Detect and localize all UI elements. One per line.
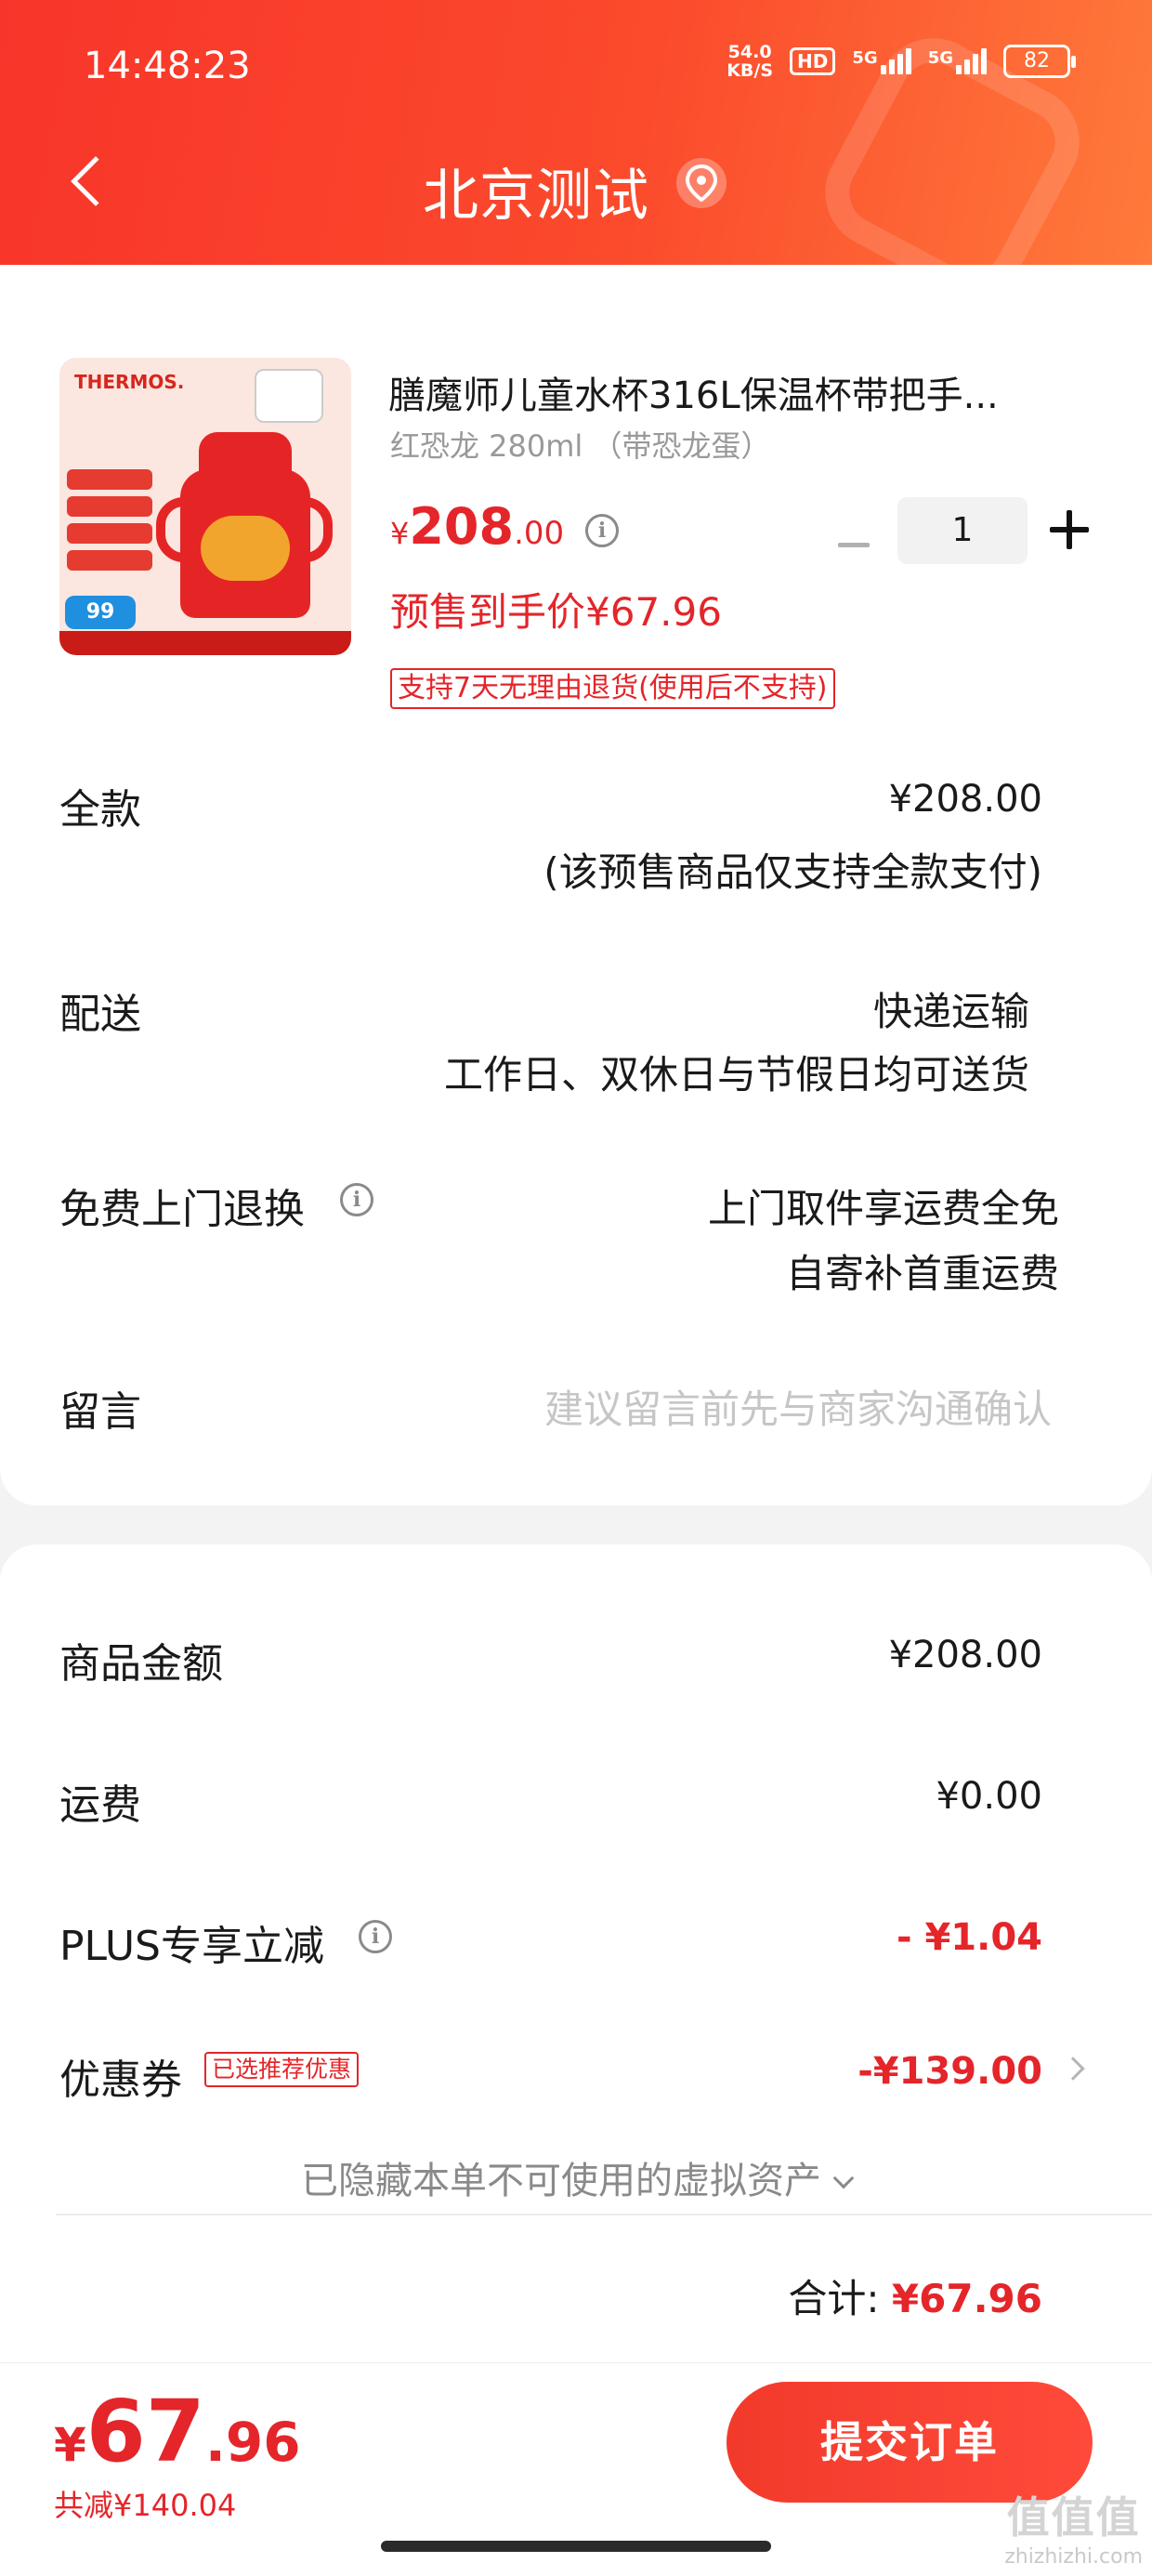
order-card: THERMOS. 99 膳魔师儿童水杯316L保温杯带把手... 红恐龙 280… (0, 265, 1152, 1505)
speed-unit: KB/S (727, 60, 774, 81)
coupon-label: 优惠券 (59, 2057, 182, 2104)
shipping-value: ¥0.00 (936, 1775, 1042, 1818)
free-return-info-icon[interactable]: i (340, 1183, 373, 1216)
pay-yen: ¥ (54, 2418, 86, 2472)
status-icons: 54.0 KB/S HD 5G 5G 82 (727, 43, 1076, 80)
presale-price: 预售到手价¥67.96 (390, 589, 722, 635)
price-yen: ¥ (390, 516, 410, 551)
header: 14:48:23 54.0 KB/S HD 5G 5G 82 北京测试 (0, 0, 1152, 265)
product-brand: THERMOS. (74, 371, 185, 393)
shipping-label: 运费 (59, 1781, 141, 1829)
minus-icon[interactable] (832, 527, 877, 564)
price-int: 208 (409, 497, 515, 556)
battery-icon: 82 (1003, 45, 1076, 78)
network-speed: 54.0 KB/S (727, 43, 773, 80)
cup-label (201, 516, 290, 581)
total-value: ¥67.96 (891, 2276, 1042, 2321)
divider (56, 2214, 1152, 2215)
page-title: 北京测试 (423, 164, 649, 229)
quantity-input[interactable]: 1 (897, 497, 1028, 564)
signal-label-2: 5G (927, 48, 953, 68)
plus-info-icon[interactable]: i (359, 1920, 392, 1953)
watermark: 值值值 zhizhizhi.com (1004, 2484, 1143, 2569)
chevron-down-icon (832, 2167, 855, 2189)
full-payment-note: (该预售商品仅支持全款支付) (543, 849, 1042, 895)
image-price-badge: 99 (65, 596, 136, 629)
plus-icon[interactable] (1050, 510, 1089, 549)
message-label: 留言 (59, 1388, 141, 1436)
plus-discount-value: - ¥1.04 (896, 1916, 1042, 1959)
delivery-method[interactable]: 快递运输 (873, 980, 1029, 1037)
image-tags (67, 469, 152, 571)
signal-label: 5G (852, 48, 878, 68)
delivery-label: 配送 (59, 991, 141, 1038)
total-row: 合计: ¥67.96 (788, 2267, 1042, 2324)
message-input[interactable]: 建议留言前先与商家沟通确认 (544, 1378, 1052, 1435)
location-icon[interactable] (676, 158, 727, 208)
pay-price: ¥67.96 (54, 2382, 301, 2481)
full-payment-label: 全款 (59, 786, 141, 834)
total-label: 合计: (788, 2276, 880, 2321)
summary-card: 商品金额 ¥208.00 运费 ¥0.00 PLUS专享立减 i - ¥1.04… (0, 1544, 1152, 2362)
return-policy-tag: 支持7天无理由退货(使用后不支持) (390, 668, 835, 709)
watermark-logo: 值值值 (1006, 2492, 1141, 2543)
chevron-right-icon[interactable] (1061, 2057, 1085, 2081)
hidden-assets-toggle[interactable]: 已隐藏本单不可使用的虚拟资产 (0, 2150, 1152, 2204)
product-price: ¥208.00 (390, 497, 564, 556)
total-discount: 共减¥140.04 (54, 2488, 237, 2523)
full-payment-value: ¥208.00 (888, 778, 1042, 821)
pay-int: 67 (85, 2382, 205, 2481)
price-info-icon[interactable]: i (585, 514, 619, 547)
free-return-line1: 上门取件享运费全免 (707, 1186, 1059, 1231)
image-footer-band (59, 631, 351, 655)
watermark-url: zhizhizhi.com (1004, 2545, 1143, 2569)
hd-icon: HD (790, 47, 836, 75)
free-return-line2: 自寄补首重运费 (785, 1251, 1059, 1296)
back-icon (71, 156, 121, 206)
signal-icon: 5G (852, 48, 911, 74)
pay-dec: .96 (204, 2411, 301, 2474)
back-button[interactable] (59, 149, 121, 223)
image-bubble (255, 369, 323, 423)
signal-icon-2: 5G (928, 48, 987, 74)
home-indicator[interactable] (381, 2541, 771, 2552)
status-time: 14:48:23 (84, 45, 251, 87)
speed-value: 54.0 (727, 42, 772, 62)
hidden-assets-text: 已隐藏本单不可使用的虚拟资产 (301, 2160, 821, 2202)
product-title[interactable]: 膳魔师儿童水杯316L保温杯带把手... (388, 365, 1076, 419)
goods-amount-value: ¥208.00 (888, 1634, 1042, 1676)
coupon-value[interactable]: -¥139.00 (857, 2050, 1042, 2093)
coupon-tag: 已选推荐优惠 (204, 2052, 360, 2087)
plus-discount-label: PLUS专享立减 (59, 1923, 324, 1970)
product-image[interactable]: THERMOS. 99 (59, 358, 351, 655)
location-pin (686, 164, 717, 202)
goods-amount-label: 商品金额 (59, 1640, 223, 1688)
price-dec: .00 (514, 515, 565, 552)
delivery-note[interactable]: 工作日、双休日与节假日均可送货 (444, 1044, 1029, 1100)
free-return-label: 免费上门退换 (59, 1186, 305, 1233)
product-spec[interactable]: 红恐龙 280ml （带恐龙蛋） (390, 423, 771, 466)
